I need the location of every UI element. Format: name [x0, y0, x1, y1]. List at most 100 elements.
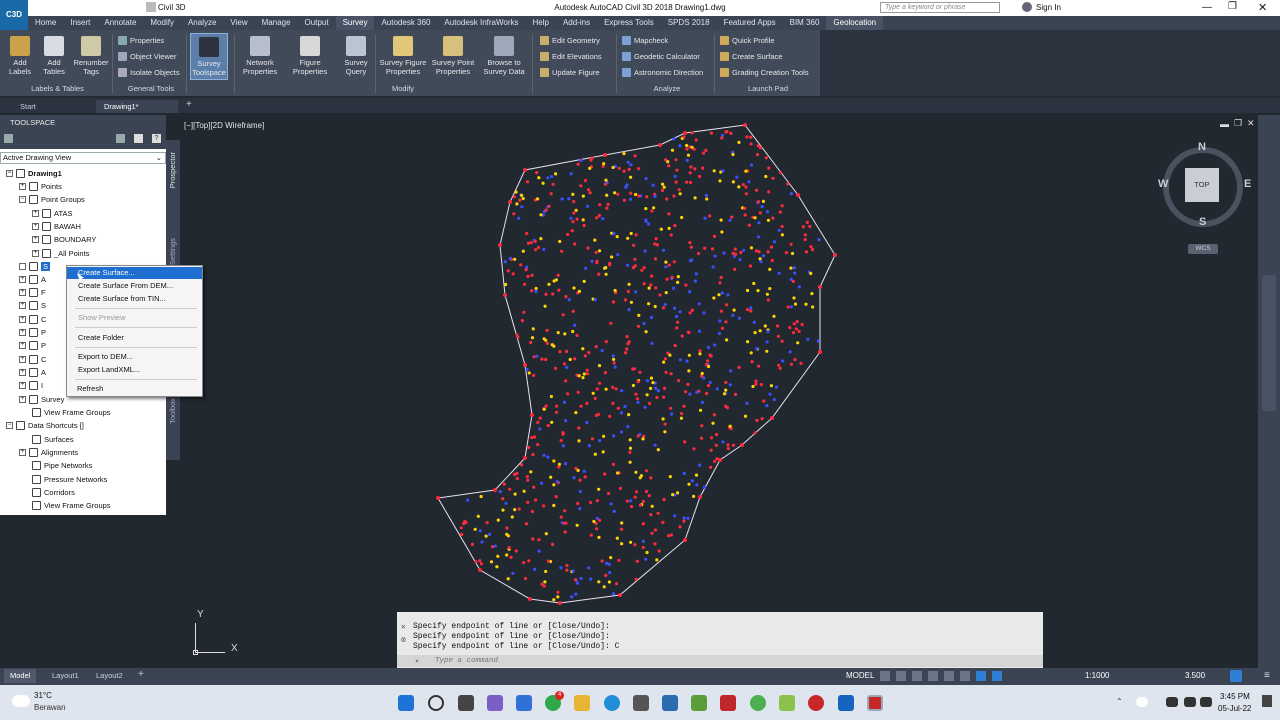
properties-button[interactable]: Properties [118, 36, 164, 45]
tab-modify[interactable]: Modify [143, 16, 181, 30]
layout-tab-layout1[interactable]: Layout1 [46, 669, 85, 683]
workspace-name[interactable]: Civil 3D [158, 3, 186, 12]
tab-express-tools[interactable]: Express Tools [597, 16, 661, 30]
lineweight-icon[interactable] [976, 671, 986, 681]
workspace-switch-icon[interactable] [1230, 670, 1242, 682]
menu-item-create-folder[interactable]: Create Folder [67, 332, 202, 344]
app-icon[interactable] [662, 695, 678, 711]
workspace-icon[interactable] [146, 2, 156, 12]
minimize-button[interactable]: — [1202, 2, 1212, 13]
edge-icon[interactable] [604, 695, 620, 711]
command-input[interactable]: Type a command [397, 655, 1043, 667]
tab-settings[interactable]: Settings [168, 238, 177, 265]
grading-creation-tools-button[interactable]: Grading Creation Tools [720, 68, 809, 77]
tab-survey[interactable]: Survey [335, 16, 375, 30]
nav-bar-tools[interactable] [1262, 275, 1276, 411]
tab-geolocation[interactable]: Geolocation [826, 16, 884, 30]
survey-figure-properties-button[interactable]: Survey Figure Properties [378, 36, 428, 76]
add-labels-button[interactable]: Add Labels [6, 36, 34, 76]
tab-help[interactable]: Help [526, 16, 556, 30]
app-icon[interactable] [838, 695, 854, 711]
file-explorer-icon[interactable] [574, 695, 590, 711]
toolspace-tool-icon[interactable] [4, 134, 13, 143]
tree-item-ds-view-frame-groups[interactable]: View Frame Groups [32, 501, 111, 510]
tab-infraworks[interactable]: Autodesk InfraWorks [437, 16, 525, 30]
tree-item-intersections[interactable]: + I [19, 381, 43, 390]
tree-item-survey[interactable]: + Survey [19, 395, 64, 404]
zoom-icon[interactable] [516, 695, 532, 711]
tab-bim-360[interactable]: BIM 360 [783, 16, 827, 30]
annotation-icon[interactable] [992, 671, 1002, 681]
app-icon[interactable] [720, 695, 736, 711]
status-value[interactable]: 3.500 [1185, 671, 1205, 680]
menu-item-export-landxml[interactable]: Export LandXML... [67, 364, 202, 376]
recorder-icon[interactable] [808, 695, 824, 711]
annotation-scale[interactable]: 1:1000 [1085, 671, 1109, 680]
view-dropdown[interactable]: Active Drawing View ⌄ [0, 152, 166, 164]
tray-chevron-icon[interactable]: ⌃ [1116, 697, 1123, 706]
tree-item-sites[interactable]: + S [19, 301, 46, 310]
survey-point-properties-button[interactable]: Survey Point Properties [428, 36, 478, 76]
tree-item-assemblies[interactable]: + A [19, 368, 46, 377]
tab-view[interactable]: View [223, 16, 254, 30]
windows-start-icon[interactable] [398, 695, 414, 711]
model-space-toggle[interactable]: MODEL [846, 671, 874, 680]
weather-desc[interactable]: Berawan [34, 703, 66, 712]
tab-analyze[interactable]: Analyze [181, 16, 223, 30]
tab-prospector[interactable]: Prospector [168, 152, 177, 188]
application-menu-button[interactable]: C3D [0, 0, 28, 30]
tree-item-ds-surfaces[interactable]: Surfaces [32, 435, 74, 444]
tree-item-surfaces[interactable]: S [19, 262, 51, 271]
survey-toolspace-button[interactable]: Survey Toolspace [190, 33, 228, 80]
tab-spds[interactable]: SPDS 2018 [661, 16, 717, 30]
menu-item-create-surface-dem[interactable]: Create Surface From DEM... [67, 280, 202, 292]
menu-item-refresh[interactable]: Refresh [67, 383, 202, 395]
network-properties-button[interactable]: Network Properties [238, 36, 282, 76]
osnap-icon[interactable] [944, 671, 954, 681]
tab-manage[interactable]: Manage [255, 16, 298, 30]
viewcube-top-face[interactable]: TOP [1185, 168, 1219, 202]
otrack-icon[interactable] [960, 671, 970, 681]
ortho-icon[interactable] [912, 671, 922, 681]
tree-item-ds-alignments[interactable]: + Alignments [19, 448, 78, 457]
notification-icon[interactable] [1262, 695, 1272, 707]
geodetic-calculator-button[interactable]: Geodetic Calculator [622, 52, 700, 61]
store-icon[interactable] [633, 695, 649, 711]
tree-item-points[interactable]: + Points [19, 182, 62, 191]
polar-icon[interactable] [928, 671, 938, 681]
layout-tab-model[interactable]: Model [4, 669, 37, 683]
tree-item-feature-lines[interactable]: + F [19, 288, 46, 297]
menu-item-export-dem[interactable]: Export to DEM... [67, 351, 202, 363]
sign-in-link[interactable]: Sign In [1036, 3, 1061, 12]
browse-survey-data-button[interactable]: Browse to Survey Data [480, 36, 528, 76]
wcs-menu[interactable]: WCS [1188, 244, 1218, 254]
tab-toolbox[interactable]: Toolbox [168, 398, 177, 424]
drawing-viewport[interactable]: TOP N S E W WCS ▬ ❐ ✕ Y X [180, 115, 1258, 668]
object-viewer-button[interactable]: Object Viewer [118, 52, 177, 61]
battery-icon[interactable] [1200, 697, 1212, 707]
app-icon[interactable] [691, 695, 707, 711]
astronomic-direction-button[interactable]: Astronomic Direction [622, 68, 703, 77]
snap-icon[interactable] [896, 671, 906, 681]
command-close-icon[interactable]: ✕ [401, 622, 406, 632]
edit-elevations-button[interactable]: Edit Elevations [540, 52, 602, 61]
app-icon[interactable] [779, 695, 795, 711]
teams-icon[interactable] [487, 695, 503, 711]
add-tables-button[interactable]: Add Tables [40, 36, 68, 76]
update-figure-button[interactable]: Update Figure [540, 68, 600, 77]
new-tab-button[interactable]: + [186, 99, 192, 110]
tree-item-drawing1[interactable]: − Drawing1 [6, 169, 62, 178]
add-layout-button[interactable]: + [138, 669, 144, 680]
compass-east[interactable]: E [1244, 178, 1251, 190]
tab-insert[interactable]: Insert [63, 16, 97, 30]
tree-item-alignments[interactable]: + A [19, 275, 46, 284]
viewport-close-button[interactable]: ✕ [1247, 118, 1255, 129]
help-icon[interactable]: ? [152, 134, 161, 143]
renumber-tags-button[interactable]: Renumber Tags [72, 36, 110, 76]
tree-item-data-shortcuts[interactable]: − Data Shortcuts [] [6, 421, 84, 430]
chrome-icon[interactable] [750, 695, 766, 711]
tree-item-point-groups[interactable]: − Point Groups [19, 195, 85, 204]
mapcheck-button[interactable]: Mapcheck [622, 36, 668, 45]
figure-properties-button[interactable]: Figure Properties [288, 36, 332, 76]
tab-annotate[interactable]: Annotate [97, 16, 143, 30]
